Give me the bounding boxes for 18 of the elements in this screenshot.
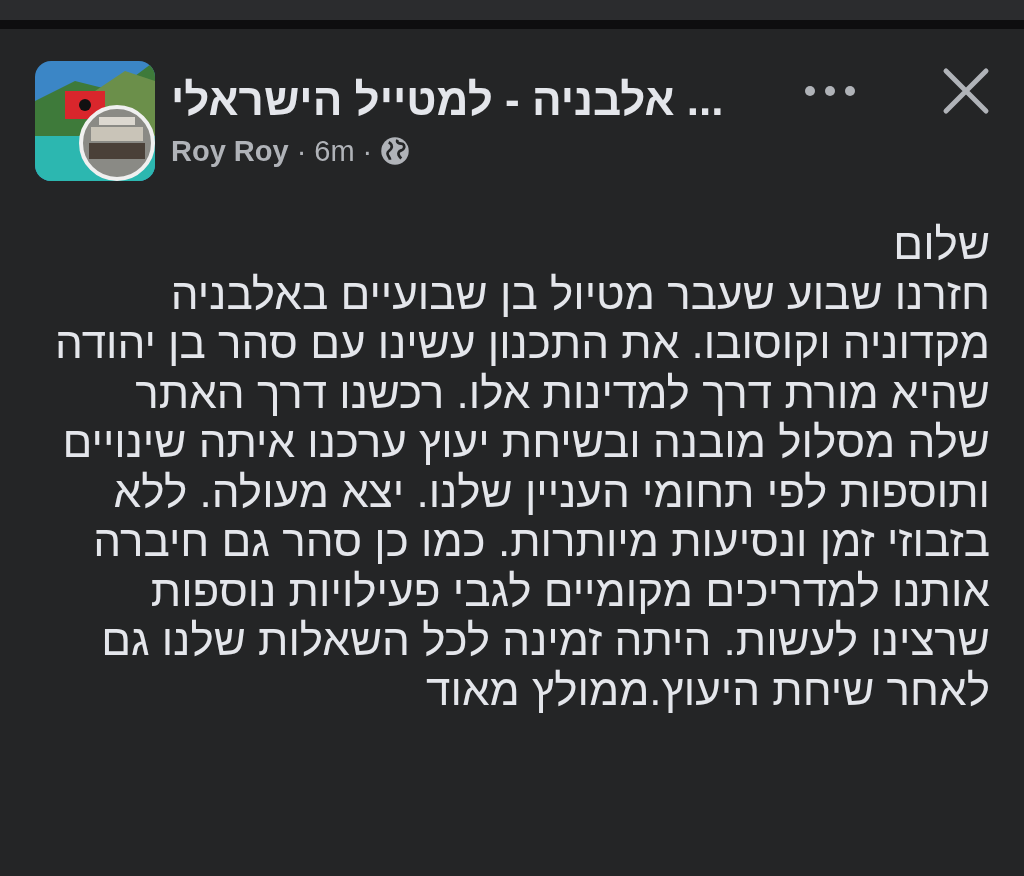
close-button[interactable] bbox=[942, 67, 990, 115]
separator: · bbox=[296, 134, 307, 168]
more-button[interactable] bbox=[804, 85, 856, 97]
post-text-line: שהיא מורת דרך למדינות אלו. רכשנו דרך האתר bbox=[134, 367, 990, 417]
post-text-line: ותוספות לפי תחומי העניין שלנו. יצא מעולה. ללא bbox=[112, 466, 990, 516]
post-text-line: מקדוניה וקוסובו. את התכנון עשינו עם סהר בן יהודה bbox=[54, 318, 990, 368]
group-title[interactable]: ... אלבניה - למטייל הישראלי bbox=[171, 74, 724, 125]
post-text-line: חזרנו שבוע שעבר מטיול בן שבועיים באלבניה bbox=[169, 268, 990, 318]
globe-icon bbox=[380, 136, 411, 166]
post-text-line: לאחר שיחת היעוץ.ממולץ מאוד bbox=[425, 664, 990, 714]
post-text-line: אותנו למדריכים מקומיים לגבי פעילויות נוספות bbox=[149, 565, 990, 615]
post-text-line: שלה מסלול מובנה ובשיחת יעוץ ערכנו איתה שינויים bbox=[61, 417, 990, 467]
post-text-line: שרצינו לעשות. היתה זמינה לכל השאלות שלנו גם bbox=[100, 615, 990, 665]
post-time[interactable]: 6m bbox=[314, 134, 355, 168]
post-text-line: בזבוזי זמן ונסיעות מיותרות. כמו כן סהר גם חיברה bbox=[92, 516, 990, 566]
author-name[interactable]: Roy Roy bbox=[171, 134, 289, 168]
separator: · bbox=[362, 134, 373, 168]
post-text-line: שלום bbox=[892, 219, 990, 269]
